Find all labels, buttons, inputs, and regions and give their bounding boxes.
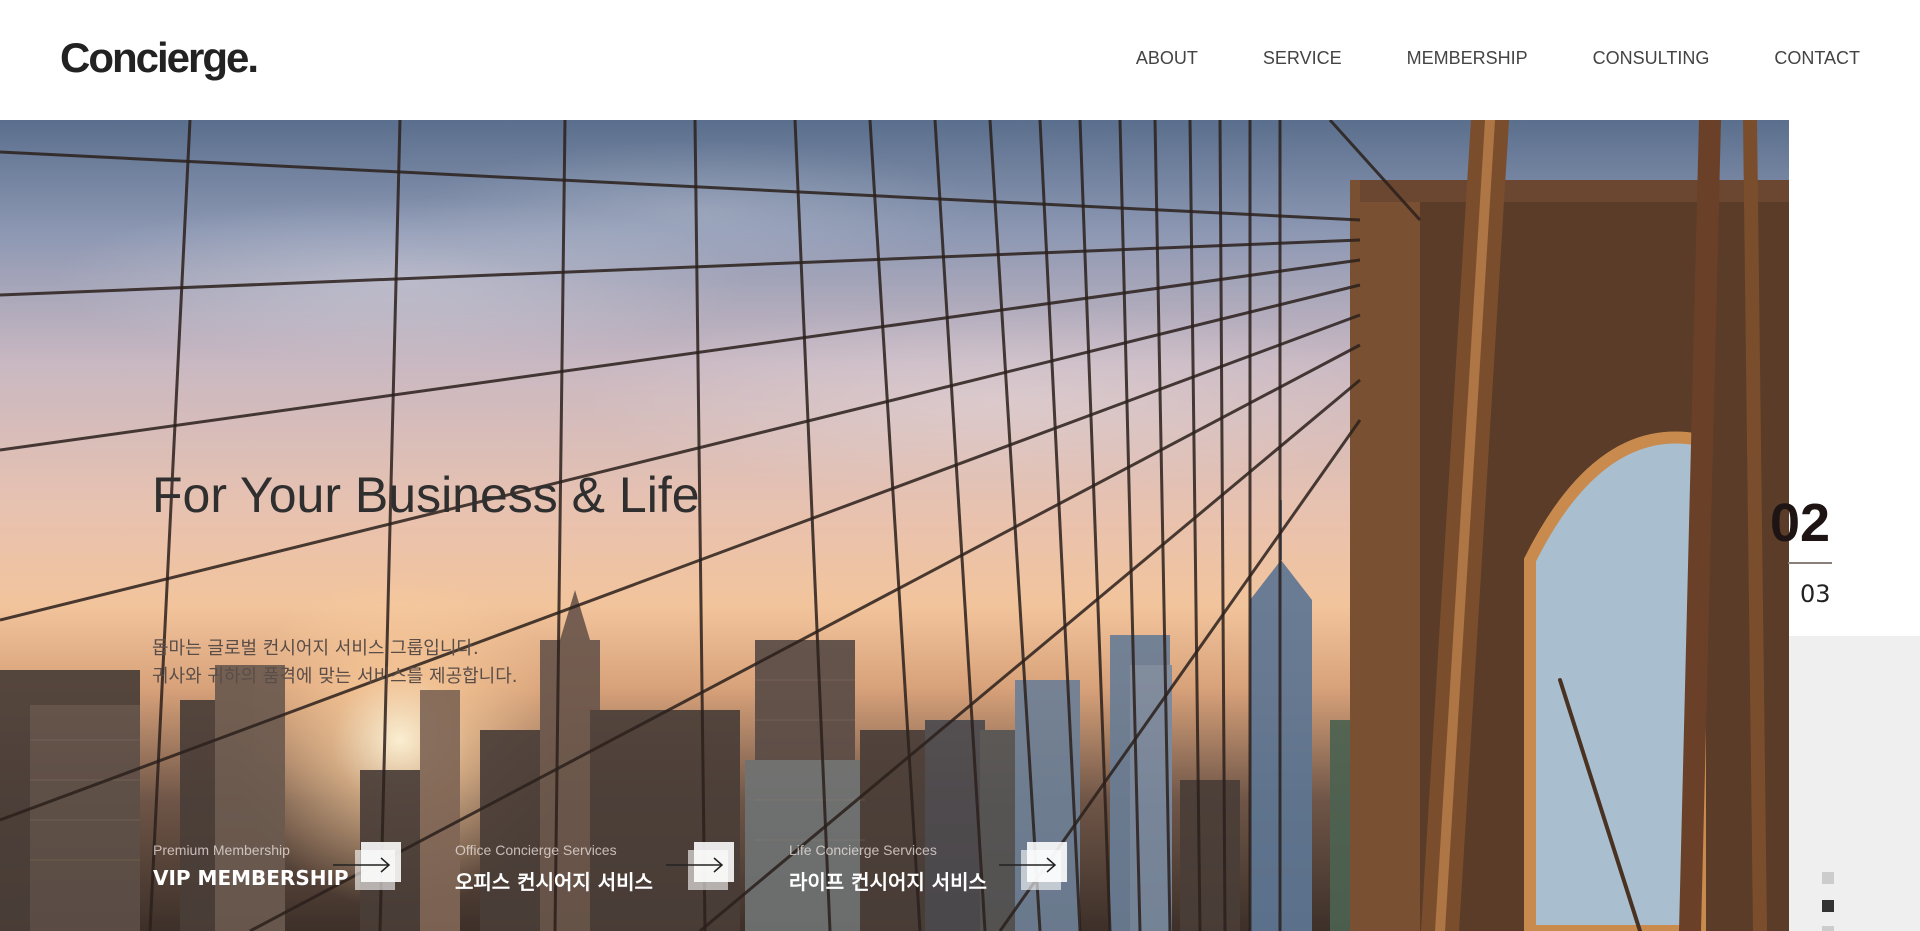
hero-desc-line-2: 귀사와 귀하의 품격에 맞는 서비스를 제공합니다. (152, 666, 518, 687)
hero-desc-line-1: 돕마는 글로벌 컨시어지 서비스 그룹입니다. (152, 638, 479, 659)
service-life-concierge[interactable]: Life Concierge Services 라이프 컨시어지 서비스 (789, 842, 1067, 895)
site-header: Concierge. ABOUT SERVICE MEMBERSHIP CONS… (0, 0, 1920, 120)
slider-dot-1[interactable] (1822, 872, 1834, 884)
arrow-right-icon[interactable] (666, 842, 734, 890)
nav-membership[interactable]: MEMBERSHIP (1407, 48, 1528, 69)
main-nav: ABOUT SERVICE MEMBERSHIP CONSULTING CONT… (1136, 48, 1860, 69)
nav-about[interactable]: ABOUT (1136, 48, 1198, 69)
nav-consulting[interactable]: CONSULTING (1593, 48, 1710, 69)
arrow-right-icon[interactable] (333, 842, 401, 890)
slider-dot-2[interactable] (1822, 900, 1834, 912)
service-sub-label: Premium Membership (153, 842, 290, 858)
nav-service[interactable]: SERVICE (1263, 48, 1342, 69)
side-panel (1789, 636, 1920, 931)
hero-banner: For Your Business & Life 돕마는 글로벌 컨시어지 서비… (0, 120, 1789, 931)
slide-counter-total: 03 (1800, 580, 1831, 608)
service-sub-label: Office Concierge Services (455, 842, 617, 858)
slider-dot-3[interactable] (1822, 926, 1834, 931)
service-sub-label: Life Concierge Services (789, 842, 937, 858)
service-main-label[interactable]: 라이프 컨시어지 서비스 (789, 866, 987, 895)
slide-counter-divider (1788, 562, 1832, 564)
slide-counter-current: 02 (1770, 493, 1831, 553)
site-logo[interactable]: Concierge. (60, 34, 259, 82)
nav-contact[interactable]: CONTACT (1774, 48, 1860, 69)
service-main-label[interactable]: VIP MEMBERSHIP (153, 866, 349, 890)
arrow-right-icon[interactable] (999, 842, 1067, 890)
service-vip-membership[interactable]: Premium Membership VIP MEMBERSHIP (153, 842, 401, 890)
hero-title: For Your Business & Life (152, 467, 700, 523)
hero-description: 돕마는 글로벌 컨시어지 서비스 그룹입니다. 귀사와 귀하의 품격에 맞는 서… (152, 635, 518, 691)
service-main-label[interactable]: 오피스 컨시어지 서비스 (455, 866, 653, 895)
service-office-concierge[interactable]: Office Concierge Services 오피스 컨시어지 서비스 (455, 842, 734, 895)
